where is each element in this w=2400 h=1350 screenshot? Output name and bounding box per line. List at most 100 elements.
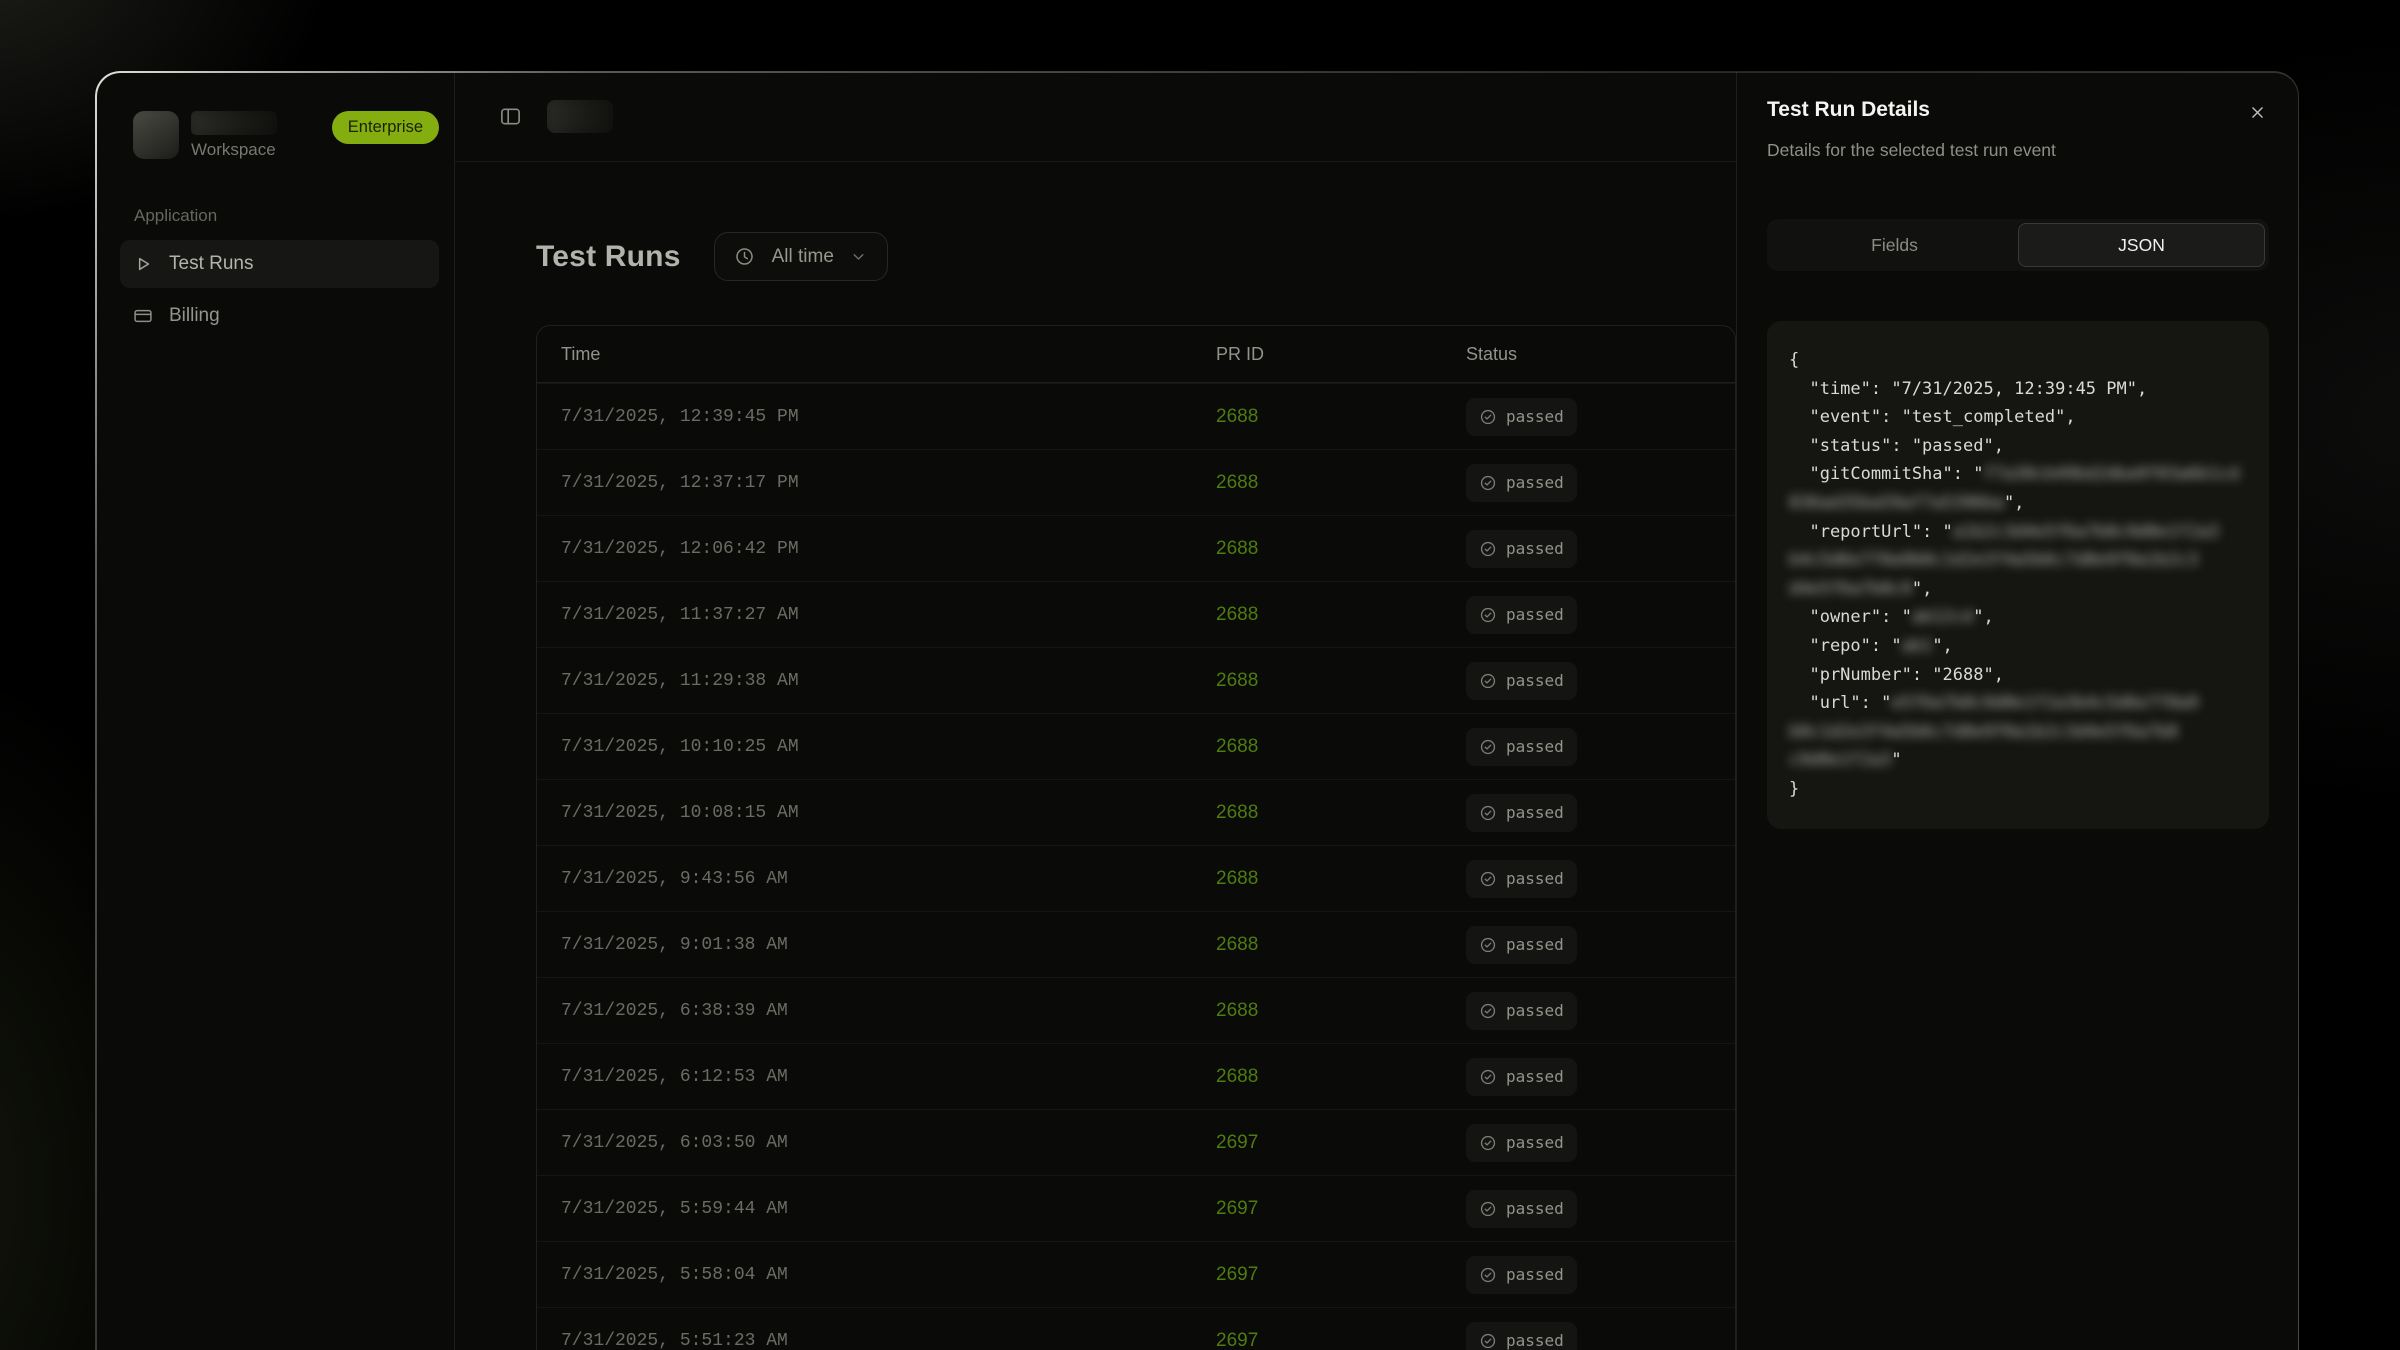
- status-badge: passed: [1466, 662, 1577, 700]
- column-header-time: Time: [537, 344, 1216, 365]
- cell-pr-id-link[interactable]: 2688: [1216, 604, 1466, 626]
- table-row[interactable]: 7/31/2025, 10:10:25 AM 2688 passed: [537, 713, 1735, 779]
- workspace-switcher[interactable]: Workspace Enterprise: [133, 111, 439, 160]
- status-badge: passed: [1466, 398, 1577, 436]
- cell-time: 7/31/2025, 5:51:23 AM: [537, 1331, 1216, 1350]
- check-circle-icon: [1479, 408, 1497, 426]
- status-badge: passed: [1466, 1124, 1577, 1162]
- column-header-status: Status: [1466, 344, 1735, 365]
- cell-status: passed: [1466, 728, 1735, 766]
- status-text: passed: [1506, 803, 1564, 822]
- cell-time: 7/31/2025, 9:01:38 AM: [537, 935, 1216, 955]
- cell-time: 7/31/2025, 10:10:25 AM: [537, 737, 1216, 757]
- table-row[interactable]: 7/31/2025, 5:58:04 AM 2697 passed: [537, 1241, 1735, 1307]
- check-circle-icon: [1479, 1068, 1497, 1086]
- cell-pr-id-link[interactable]: 2697: [1216, 1330, 1466, 1350]
- sidebar-item-label: Billing: [169, 305, 220, 327]
- column-header-pr-id: PR ID: [1216, 344, 1466, 365]
- status-badge: passed: [1466, 926, 1577, 964]
- cell-status: passed: [1466, 530, 1735, 568]
- status-text: passed: [1506, 671, 1564, 690]
- status-badge: passed: [1466, 992, 1577, 1030]
- cell-time: 7/31/2025, 12:39:45 PM: [537, 407, 1216, 427]
- cell-pr-id-link[interactable]: 2688: [1216, 406, 1466, 428]
- status-badge: passed: [1466, 1058, 1577, 1096]
- table-row[interactable]: 7/31/2025, 9:01:38 AM 2688 passed: [537, 911, 1735, 977]
- screen-background: Workspace Enterprise Application Test Ru…: [0, 0, 2400, 1350]
- time-filter-value: All time: [772, 246, 834, 268]
- cell-status: passed: [1466, 596, 1735, 634]
- table-row[interactable]: 7/31/2025, 10:08:15 AM 2688 passed: [537, 779, 1735, 845]
- status-badge: passed: [1466, 794, 1577, 832]
- check-circle-icon: [1479, 936, 1497, 954]
- status-text: passed: [1506, 539, 1564, 558]
- table-row[interactable]: 7/31/2025, 11:37:27 AM 2688 passed: [537, 581, 1735, 647]
- table-row[interactable]: 7/31/2025, 12:39:45 PM 2688 passed: [537, 383, 1735, 449]
- check-circle-icon: [1479, 804, 1497, 822]
- tab-fields[interactable]: Fields: [1771, 223, 2018, 267]
- status-text: passed: [1506, 869, 1564, 888]
- table-row[interactable]: 7/31/2025, 9:43:56 AM 2688 passed: [537, 845, 1735, 911]
- sidebar-section-label: Application: [134, 206, 439, 226]
- cell-time: 7/31/2025, 10:08:15 AM: [537, 803, 1216, 823]
- cell-status: passed: [1466, 992, 1735, 1030]
- table-row[interactable]: 7/31/2025, 5:59:44 AM 2697 passed: [537, 1175, 1735, 1241]
- tab-json[interactable]: JSON: [2018, 223, 2265, 267]
- cell-pr-id-link[interactable]: 2697: [1216, 1198, 1466, 1220]
- page-title: Test Runs: [536, 240, 681, 274]
- cell-status: passed: [1466, 860, 1735, 898]
- main-content: Test Runs All time Time PR ID Status: [455, 162, 1736, 1350]
- cell-pr-id-link[interactable]: 2697: [1216, 1264, 1466, 1286]
- cell-pr-id-link[interactable]: 2688: [1216, 538, 1466, 560]
- table-row[interactable]: 7/31/2025, 6:38:39 AM 2688 passed: [537, 977, 1735, 1043]
- cell-pr-id-link[interactable]: 2697: [1216, 1132, 1466, 1154]
- table-row[interactable]: 7/31/2025, 6:12:53 AM 2688 passed: [537, 1043, 1735, 1109]
- json-code-block: { "time": "7/31/2025, 12:39:45 PM", "eve…: [1767, 321, 2269, 829]
- table-row[interactable]: 7/31/2025, 6:03:50 AM 2697 passed: [537, 1109, 1735, 1175]
- cell-time: 7/31/2025, 6:38:39 AM: [537, 1001, 1216, 1021]
- header-title-redacted: [547, 100, 613, 133]
- check-circle-icon: [1479, 1200, 1497, 1218]
- cell-status: passed: [1466, 1256, 1735, 1294]
- time-filter-dropdown[interactable]: All time: [714, 232, 888, 281]
- table-row[interactable]: 7/31/2025, 11:29:38 AM 2688 passed: [537, 647, 1735, 713]
- details-tabs: Fields JSON: [1767, 219, 2269, 271]
- sidebar-nav: Test Runs Billing: [120, 240, 439, 340]
- main-area: Test Runs All time Time PR ID Status: [455, 72, 1737, 1350]
- status-badge: passed: [1466, 596, 1577, 634]
- cell-status: passed: [1466, 1190, 1735, 1228]
- cell-status: passed: [1466, 398, 1735, 436]
- status-badge: passed: [1466, 530, 1577, 568]
- status-text: passed: [1506, 737, 1564, 756]
- cell-pr-id-link[interactable]: 2688: [1216, 1000, 1466, 1022]
- cell-status: passed: [1466, 464, 1735, 502]
- credit-card-icon: [133, 306, 153, 326]
- table-row[interactable]: 7/31/2025, 5:51:23 AM 2697 passed: [537, 1307, 1735, 1350]
- cell-pr-id-link[interactable]: 2688: [1216, 802, 1466, 824]
- cell-pr-id-link[interactable]: 2688: [1216, 934, 1466, 956]
- cell-pr-id-link[interactable]: 2688: [1216, 868, 1466, 890]
- test-run-details-panel: Test Run Details Details for the selecte…: [1737, 72, 2298, 1350]
- cell-time: 7/31/2025, 6:03:50 AM: [537, 1133, 1216, 1153]
- cell-time: 7/31/2025, 12:37:17 PM: [537, 473, 1216, 493]
- cell-pr-id-link[interactable]: 2688: [1216, 1066, 1466, 1088]
- cell-pr-id-link[interactable]: 2688: [1216, 670, 1466, 692]
- check-circle-icon: [1479, 474, 1497, 492]
- status-badge: passed: [1466, 1256, 1577, 1294]
- close-icon: [2249, 104, 2266, 121]
- status-text: passed: [1506, 1133, 1564, 1152]
- status-text: passed: [1506, 473, 1564, 492]
- sidebar-toggle-icon[interactable]: [499, 105, 522, 128]
- cell-pr-id-link[interactable]: 2688: [1216, 736, 1466, 758]
- close-button[interactable]: [2245, 100, 2269, 124]
- table-row[interactable]: 7/31/2025, 12:37:17 PM 2688 passed: [537, 449, 1735, 515]
- sidebar-item-test-runs[interactable]: Test Runs: [120, 240, 439, 288]
- status-badge: passed: [1466, 1322, 1577, 1350]
- sidebar-item-billing[interactable]: Billing: [120, 292, 439, 340]
- status-badge: passed: [1466, 860, 1577, 898]
- status-text: passed: [1506, 1199, 1564, 1218]
- cell-status: passed: [1466, 662, 1735, 700]
- status-badge: passed: [1466, 728, 1577, 766]
- table-row[interactable]: 7/31/2025, 12:06:42 PM 2688 passed: [537, 515, 1735, 581]
- cell-pr-id-link[interactable]: 2688: [1216, 472, 1466, 494]
